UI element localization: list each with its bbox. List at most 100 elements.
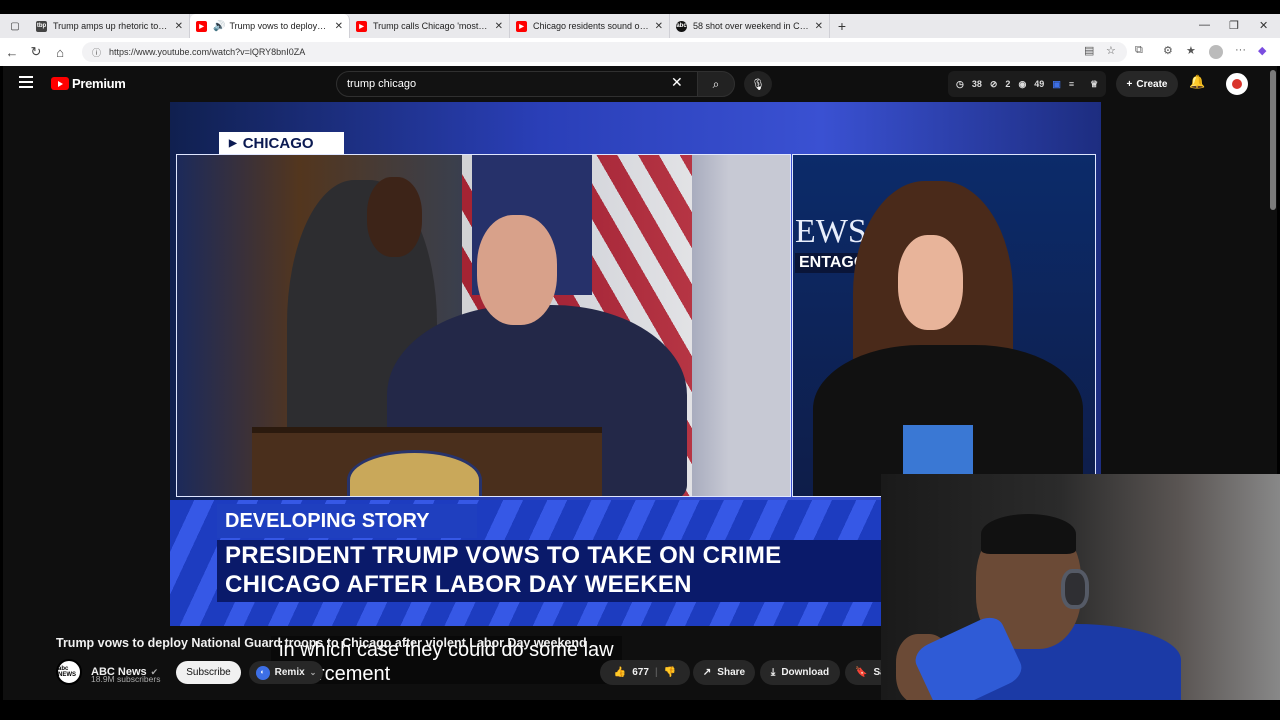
tab-title: 58 shot over weekend in Chicago [693, 21, 809, 31]
download-button[interactable]: ⤓ Download [760, 660, 840, 685]
chevron-down-icon: ⌄ [309, 668, 317, 677]
like-count[interactable]: 677 [632, 667, 649, 678]
remix-label: Remix [274, 667, 305, 678]
browser-tab-2[interactable]: ▶ 🔊 Trump vows to deploy Natio ✕ [190, 14, 350, 38]
create-label: Create [1136, 78, 1168, 90]
more-menu-icon[interactable]: ··· [1235, 44, 1246, 56]
reader-view-icon[interactable]: ▤ [1084, 44, 1094, 57]
headline-line-2: CHICAGO AFTER LABOR DAY WEEKEN [225, 571, 692, 598]
browser-tab-3[interactable]: ▶ Trump calls Chicago 'most dange ✕ [350, 14, 510, 38]
browser-tab-strip: ▢ tbp Trump amps up rhetoric toward C ✕ … [0, 0, 1280, 38]
press-conference-panel [176, 154, 791, 497]
trophy-icon[interactable]: ♕ [1090, 79, 1098, 90]
youtube-favicon-icon: ▶ [196, 20, 207, 32]
share-button[interactable]: ↗ Share [693, 660, 755, 685]
person-center-head [477, 215, 557, 325]
backdrop-news-text: EWS [795, 213, 867, 250]
eye-icon: ◉ [1018, 78, 1027, 89]
channel-info: abc NEWS ABC News ✔ 18.9M subscribers [56, 658, 161, 686]
subscribe-button[interactable]: Subscribe [176, 661, 241, 684]
browser-tab-4[interactable]: ▶ Chicago residents sound off on T ✕ [510, 14, 670, 38]
profile-avatar[interactable] [1209, 45, 1223, 59]
youtube-favicon-icon: ▶ [356, 20, 367, 32]
play-arrow-icon: ▶ [229, 137, 237, 149]
abc-favicon-icon: abc [676, 20, 687, 32]
copilot-icon[interactable]: ◆ [1258, 44, 1266, 57]
page-scrollbar[interactable] [1270, 70, 1276, 210]
channel-avatar[interactable]: abc NEWS [56, 659, 82, 685]
extension-icon[interactable]: ⚙ [1163, 44, 1173, 57]
clear-search-icon[interactable]: ✕ [671, 74, 683, 91]
subscriber-count: 18.9M subscribers [91, 674, 161, 684]
list-icon: ≡ [1068, 79, 1075, 89]
remix-button[interactable]: ◐ Remix ⌄ [249, 661, 323, 684]
hamburger-menu-icon[interactable] [19, 76, 33, 88]
plus-icon: + [1126, 78, 1133, 90]
extension-badge-icon: ▣ [1052, 78, 1061, 89]
like-dislike-group: 👍 677 | 👎 [600, 660, 690, 685]
location-tag-text: CHICAGO [242, 134, 314, 152]
new-tab-icon[interactable]: + [830, 14, 854, 38]
maximize-icon[interactable]: ❐ [1229, 19, 1239, 32]
youtube-play-icon [51, 77, 69, 90]
brand-text: Premium [72, 76, 126, 91]
favorite-star-icon[interactable]: ☆ [1106, 44, 1116, 57]
youtube-header: Premium trump chicago ✕ ⌕ 🎙 ◷ 38 ⊘ 2 ◉ 49 ▣… [3, 66, 1277, 102]
back-icon[interactable]: ← [0, 45, 24, 60]
url-text: https://www.youtube.com/watch?v=lQRY8bnI… [109, 47, 306, 57]
tab-actions-icon[interactable]: ▢ [0, 14, 30, 38]
home-icon[interactable]: ⌂ [48, 45, 72, 60]
search-input[interactable]: trump chicago [336, 71, 698, 97]
notifications-bell-icon[interactable]: 🔔 [1189, 74, 1205, 90]
close-tab-icon[interactable]: ✕ [175, 21, 183, 32]
close-window-icon[interactable]: ✕ [1259, 19, 1268, 32]
stat-b: 2 [1005, 79, 1011, 89]
search-button[interactable]: ⌕ [697, 71, 735, 97]
search-value: trump chicago [347, 78, 417, 90]
download-icon: ⤓ [770, 667, 776, 678]
stat-c: 49 [1034, 79, 1045, 89]
webcam-overlay [881, 474, 1280, 700]
download-label: Download [781, 667, 830, 678]
share-icon: ↗ [702, 667, 712, 678]
reload-icon[interactable]: ↻ [24, 44, 48, 60]
minimize-icon[interactable]: — [1199, 19, 1210, 31]
stat-a: 38 [971, 79, 982, 89]
developing-story-label: DEVELOPING STORY [217, 504, 477, 538]
thumbs-down-icon[interactable]: 👎 [664, 667, 676, 678]
close-tab-icon[interactable]: ✕ [495, 21, 503, 32]
remix-icon: ◐ [255, 665, 270, 680]
browser-tab-1[interactable]: tbp Trump amps up rhetoric toward C ✕ [30, 14, 190, 38]
tab-title: Chicago residents sound off on T [533, 21, 649, 31]
collections-icon[interactable]: ★ [1186, 44, 1196, 57]
site-info-icon[interactable]: ⓘ [92, 46, 101, 59]
extensions-icon[interactable]: ⧉ [1135, 44, 1143, 57]
url-field[interactable]: ⓘ https://www.youtube.com/watch?v=lQRY8b… [82, 42, 1127, 62]
eye-slash-icon: ⊘ [989, 78, 998, 89]
tab-title: Trump vows to deploy Natio [229, 21, 328, 31]
search-icon: ⌕ [712, 76, 720, 91]
bookmark-icon: 🔖 [855, 667, 868, 678]
tbp-favicon-icon: tbp [36, 20, 47, 32]
divider: | [654, 667, 658, 678]
clock-icon: ◷ [956, 78, 964, 89]
close-tab-icon[interactable]: ✕ [335, 21, 343, 32]
close-tab-icon[interactable]: ✕ [655, 21, 663, 32]
create-button[interactable]: + Create [1116, 71, 1178, 97]
account-avatar[interactable] [1226, 73, 1248, 95]
extension-stats[interactable]: ◷ 38 ⊘ 2 ◉ 49 ▣ ≡ ♕ [948, 71, 1107, 97]
audio-playing-icon[interactable]: 🔊 [213, 21, 225, 32]
thumbs-up-icon[interactable]: 👍 [614, 667, 626, 678]
youtube-logo[interactable]: Premium [51, 76, 126, 91]
close-tab-icon[interactable]: ✕ [815, 21, 823, 32]
tab-title: Trump calls Chicago 'most dange [373, 21, 489, 31]
youtube-favicon-icon: ▶ [516, 20, 527, 32]
person-left-head [367, 177, 422, 257]
tab-title: Trump amps up rhetoric toward C [53, 21, 169, 31]
anchor-panel: EWS ENTAGON [792, 154, 1096, 497]
browser-tab-5[interactable]: abc 58 shot over weekend in Chicago ✕ [670, 14, 830, 38]
share-label: Share [717, 667, 746, 678]
voice-search-button[interactable]: 🎙 [744, 71, 772, 97]
channel-avatar-text: abc NEWS [58, 666, 76, 678]
microphone-icon: 🎙 [751, 78, 765, 91]
